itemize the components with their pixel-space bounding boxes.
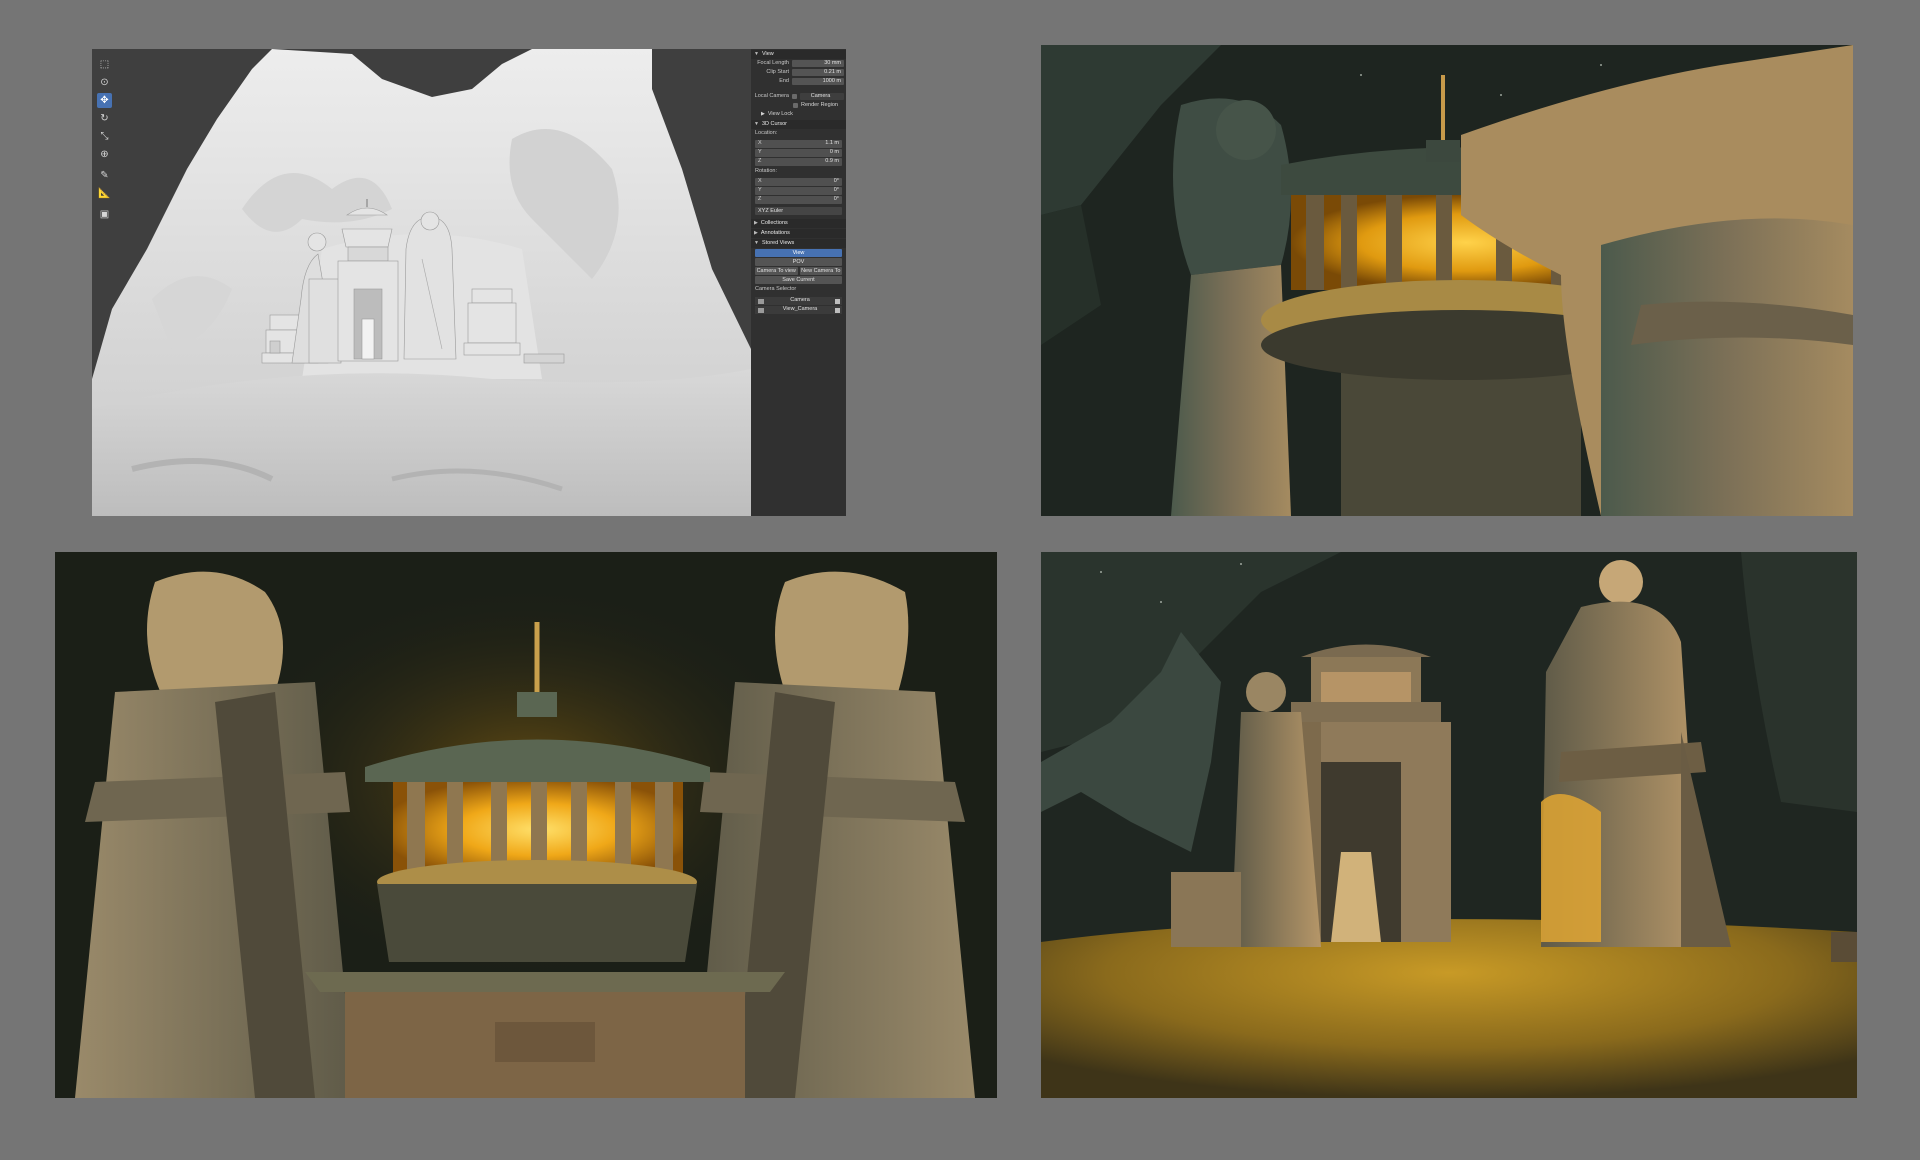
sand-ground <box>1041 919 1857 1098</box>
clip-start-label: Clip Start <box>766 68 789 75</box>
camera-icon <box>758 307 764 313</box>
render-closeup-image <box>1041 45 1853 516</box>
select-tool-icon[interactable]: ⬚ <box>97 57 112 72</box>
expand-icon: ▶ <box>761 111 765 117</box>
axis-label: Y <box>758 187 762 194</box>
render-region-checkbox[interactable] <box>793 103 798 108</box>
render-closeup-panel <box>1041 45 1853 516</box>
axis-label: X <box>758 140 762 147</box>
sidebar-n-panel: ▼ View Focal Length 30 mm Clip Start 0.21 m… <box>751 49 846 516</box>
location-label: Location: <box>755 130 778 136</box>
location-z-field[interactable]: Z 0.9 m <box>755 158 842 166</box>
clip-end-label: End <box>779 77 789 84</box>
axis-value[interactable]: 1.1 m <box>768 141 842 147</box>
view-lock-label[interactable]: View Lock <box>768 111 793 118</box>
measure-tool-icon[interactable]: 📐 <box>97 186 112 201</box>
collections-section-header[interactable]: ▶ Collections <box>751 219 846 228</box>
view-tab[interactable]: View <box>755 249 842 257</box>
pov-tab[interactable]: POV <box>755 258 842 266</box>
camera-list-item[interactable]: View_Camera <box>755 306 842 314</box>
focal-length-field[interactable]: 30 mm <box>792 60 844 67</box>
render-region-label: Render Region <box>801 101 838 108</box>
axis-label: Z <box>758 196 762 203</box>
location-x-field[interactable]: X 1.1 m <box>755 140 842 148</box>
camera-selector-label: Camera Selector <box>755 286 797 292</box>
location-y-field[interactable]: Y 0 m <box>755 149 842 157</box>
scale-tool-icon[interactable]: ⤡ <box>97 129 112 144</box>
annotate-tool-icon[interactable]: ✎ <box>97 168 112 183</box>
rotation-label: Rotation: <box>755 168 778 174</box>
view-section-header[interactable]: ▼ View <box>751 50 846 59</box>
cursor-tool-icon[interactable]: ⊙ <box>97 75 112 90</box>
stored-views-section-header[interactable]: ▼ Stored Views <box>751 239 846 248</box>
view-section-title: View <box>761 50 774 57</box>
render-wide-image <box>1041 552 1857 1098</box>
cursor-section-title: 3D Cursor <box>761 120 788 127</box>
add-cube-tool-icon[interactable]: ▣ <box>97 207 112 222</box>
collapse-icon: ▼ <box>754 240 759 246</box>
camera-to-view-button[interactable]: Camera To view <box>755 267 798 275</box>
save-current-button[interactable]: Save Current <box>755 276 842 284</box>
collections-section-title: Collections <box>760 219 788 226</box>
ground-mesh <box>92 369 751 516</box>
rotation-z-field[interactable]: Z 0° <box>755 196 842 204</box>
render-icon[interactable] <box>835 298 840 304</box>
stored-views-section-title: Stored Views <box>761 239 795 246</box>
transform-tool-icon[interactable]: ⊕ <box>97 147 112 162</box>
viewport-scene[interactable] <box>92 49 751 516</box>
clip-end-field[interactable]: 1000 m <box>792 78 844 85</box>
annotations-section-title: Annotations <box>760 229 790 236</box>
rotation-x-field[interactable]: X 0° <box>755 178 842 186</box>
tool-shelf: ⬚ ⊙ ✥ ↻ ⤡ ⊕ ✎ 📐 ▣ <box>96 57 114 225</box>
render-icon[interactable] <box>835 307 840 313</box>
axis-value[interactable]: 0.9 m <box>768 159 842 165</box>
axis-label: X <box>758 178 762 185</box>
rotate-tool-icon[interactable]: ↻ <box>97 111 112 126</box>
camera-icon <box>758 298 764 304</box>
collapse-icon: ▼ <box>754 121 759 127</box>
render-wide-panel <box>1041 552 1857 1098</box>
expand-icon: ▶ <box>754 220 758 226</box>
render-front-image <box>55 552 997 1098</box>
local-camera-field[interactable]: Camera <box>800 93 844 100</box>
axis-label: Y <box>758 149 762 156</box>
rotation-y-field[interactable]: Y 0° <box>755 187 842 195</box>
clip-start-field[interactable]: 0.21 m <box>792 69 844 76</box>
focal-length-label: Focal Length <box>757 59 789 66</box>
local-camera-checkbox[interactable] <box>792 94 797 99</box>
collapse-icon: ▼ <box>754 51 759 57</box>
annotations-section-header[interactable]: ▶ Annotations <box>751 229 846 238</box>
new-camera-button[interactable]: New Camera To <box>799 267 842 275</box>
axis-value[interactable]: 0 m <box>768 150 842 156</box>
camera-list-item[interactable]: Camera <box>755 297 842 305</box>
cursor-section-header[interactable]: ▼ 3D Cursor <box>751 120 846 129</box>
axis-value[interactable]: 0° <box>768 188 842 194</box>
rotation-mode-dropdown[interactable]: XYZ Euler <box>755 207 842 215</box>
expand-icon: ▶ <box>754 230 758 236</box>
camera-name: Camera <box>790 297 810 304</box>
render-front-panel <box>55 552 997 1098</box>
move-tool-icon[interactable]: ✥ <box>97 93 112 108</box>
axis-label: Z <box>758 158 762 165</box>
blender-viewport-panel[interactable]: ⬚ ⊙ ✥ ↻ ⤡ ⊕ ✎ 📐 ▣ ▼ View Focal Length 30 mm Clip S… <box>92 49 846 516</box>
local-camera-label: Local Camera <box>754 92 789 99</box>
axis-value[interactable]: 0° <box>768 179 842 185</box>
axis-value[interactable]: 0° <box>768 197 842 203</box>
camera-name: View_Camera <box>782 306 818 313</box>
